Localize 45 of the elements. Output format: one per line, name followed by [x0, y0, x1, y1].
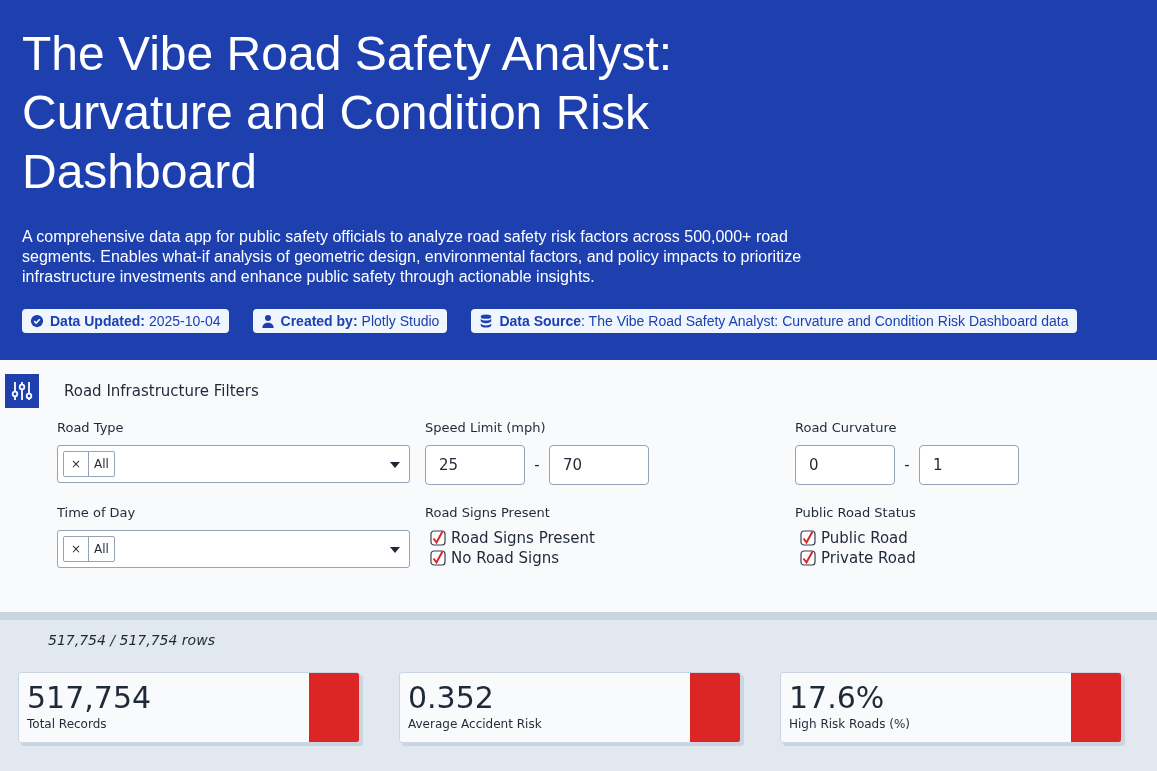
filter-label: Road Type — [57, 420, 125, 435]
dashboard-title: The Vibe Road Safety Analyst: Curvature and Condition Risk Dashboard — [22, 26, 674, 200]
metric-label: High Risk Roads (%) — [789, 717, 912, 731]
metric-label: Total Records — [27, 717, 108, 731]
metric-label: Average Accident Risk — [408, 717, 543, 731]
checkbox[interactable] — [430, 550, 446, 566]
chip-label: All — [93, 542, 110, 556]
range-separator: - — [903, 456, 911, 474]
filter-label: Road Signs Present — [425, 505, 551, 520]
badge-text: Created by: Plotly Studio — [280, 313, 440, 329]
checkbox-label: No Road Signs — [451, 549, 560, 567]
filter-label: Speed Limit (mph) — [425, 420, 547, 435]
checkbox[interactable] — [430, 530, 446, 546]
caret-icon[interactable] — [390, 547, 400, 553]
metric-value: 517,754 — [27, 681, 153, 715]
metric-value: 0.352 — [408, 681, 495, 715]
range-separator: - — [533, 456, 541, 474]
minimum-input[interactable]: 25 — [425, 445, 525, 485]
maximum-input[interactable]: 70 — [549, 445, 649, 485]
check-circle-icon — [30, 314, 44, 328]
caret-icon[interactable] — [390, 462, 400, 468]
checkbox-label: Road Signs Present — [451, 529, 595, 547]
filter-label: Time of Day — [57, 505, 137, 520]
minimum-input[interactable]: 0 — [795, 445, 895, 485]
maximum-input[interactable]: 1 — [919, 445, 1019, 485]
remove-chip-button[interactable]: × — [64, 452, 90, 476]
database-icon — [479, 314, 494, 328]
checkbox-label: Public Road — [821, 529, 908, 547]
user-icon — [260, 314, 275, 328]
checkbox[interactable] — [800, 530, 816, 546]
filter-label: Road Curvature — [795, 420, 898, 435]
badge-text: Data Source: The Vibe Road Safety Analyst: Curvature and Condition Risk Dashboard data — [499, 313, 1069, 329]
dropdown-field[interactable]: × All — [57, 530, 410, 568]
checkbox[interactable] — [800, 550, 816, 566]
metric-value: 17.6% — [789, 681, 886, 715]
sliders-icon — [5, 374, 39, 408]
badge-text: Data Updated: 2025-10-04 — [50, 313, 221, 329]
remove-chip-button[interactable]: × — [64, 537, 90, 561]
checkbox-label: Private Road — [821, 549, 916, 567]
dropdown-field[interactable]: × All — [57, 445, 410, 483]
filter-label: Public Road Status — [795, 505, 917, 520]
chip-label: All — [93, 457, 110, 471]
row-count: 517,754 / 517,754 rows — [48, 632, 216, 648]
filter-panel-title: Road Infrastructure Filters — [64, 382, 259, 400]
dashboard-description: A comprehensive data app for public safety officials to analyze road safety risk factors across 500,000+ road segments. Enables what-if analysis of geometric design, environmental factors, and policy impacts to prioritize infrastructure investments and enhance public safety through actionable insights. — [22, 227, 803, 287]
